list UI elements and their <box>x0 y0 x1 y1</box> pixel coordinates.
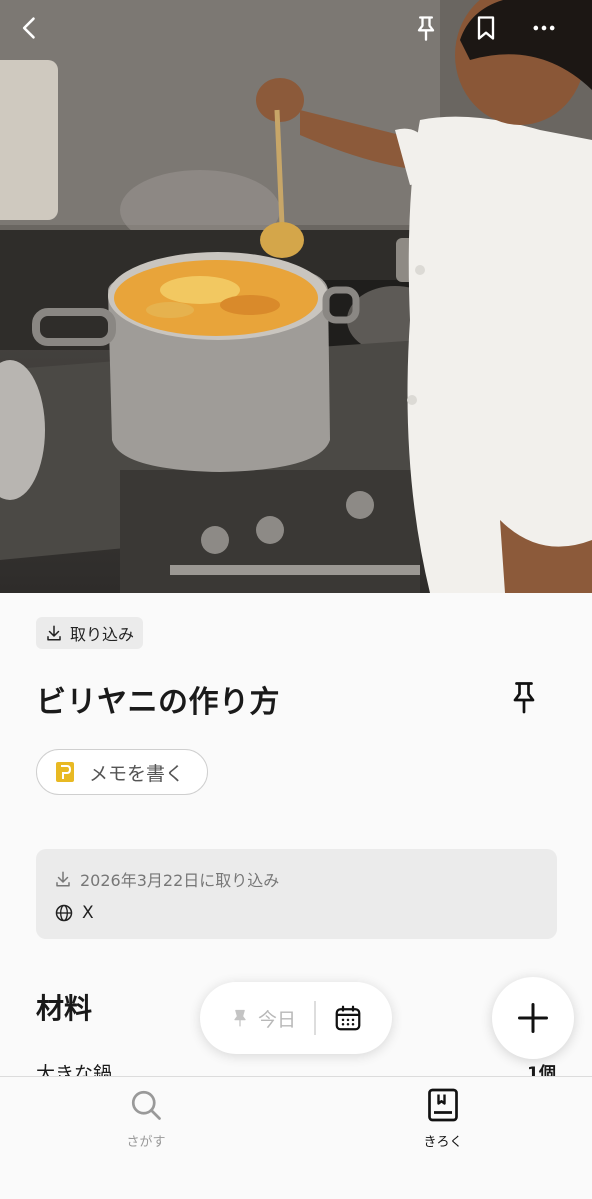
plus-icon <box>518 1003 548 1033</box>
write-memo-button[interactable]: メモを書く <box>36 749 208 795</box>
search-icon <box>131 1090 161 1120</box>
pin-button-top[interactable] <box>406 8 446 48</box>
download-icon <box>56 871 70 887</box>
memo-icon <box>56 762 74 782</box>
pin-icon <box>513 682 535 714</box>
more-icon <box>533 25 555 31</box>
tab-record-label: きろく <box>423 1135 463 1150</box>
hero-photo <box>0 0 592 593</box>
pin-button[interactable] <box>500 673 548 721</box>
bottom-tab-bar: さがす きろく <box>0 1076 592 1199</box>
cooking-photo-illustration <box>0 0 592 593</box>
tab-search[interactable]: さがす <box>86 1087 206 1150</box>
divider <box>314 1001 316 1035</box>
pin-icon <box>234 1009 246 1027</box>
bookmark-button[interactable] <box>466 8 506 48</box>
recipe-title: ビリヤニの作り方 <box>36 685 280 720</box>
import-date-row: 2026年3月22日に取り込み <box>54 867 539 891</box>
back-button[interactable] <box>10 8 50 48</box>
today-label: 今日 <box>258 1008 297 1031</box>
tab-search-label: さがす <box>126 1135 166 1150</box>
ingredients-heading: 材料 <box>36 992 93 1025</box>
tab-record[interactable]: きろく <box>383 1087 503 1150</box>
calendar-icon <box>335 1005 360 1031</box>
source-site-row[interactable]: X <box>54 903 539 923</box>
today-button[interactable]: 今日 <box>200 982 296 1054</box>
import-date-text: 2026年3月22日に取り込み <box>80 871 280 890</box>
globe-icon <box>55 904 73 922</box>
more-button[interactable] <box>524 8 564 48</box>
source-info-card: 2026年3月22日に取り込み X <box>36 849 557 939</box>
back-arrow-icon <box>22 17 35 39</box>
import-chip-label: 取り込み <box>70 625 135 644</box>
record-book-icon <box>428 1088 458 1122</box>
add-button[interactable] <box>492 977 574 1059</box>
bookmark-icon <box>477 16 495 40</box>
date-selector: 今日 <box>200 982 392 1054</box>
download-icon <box>47 625 61 641</box>
import-chip: 取り込み <box>36 617 144 649</box>
source-site-name: X <box>82 903 94 923</box>
pin-icon <box>417 16 435 41</box>
write-memo-label: メモを書く <box>89 762 185 785</box>
calendar-button[interactable] <box>332 1002 364 1034</box>
